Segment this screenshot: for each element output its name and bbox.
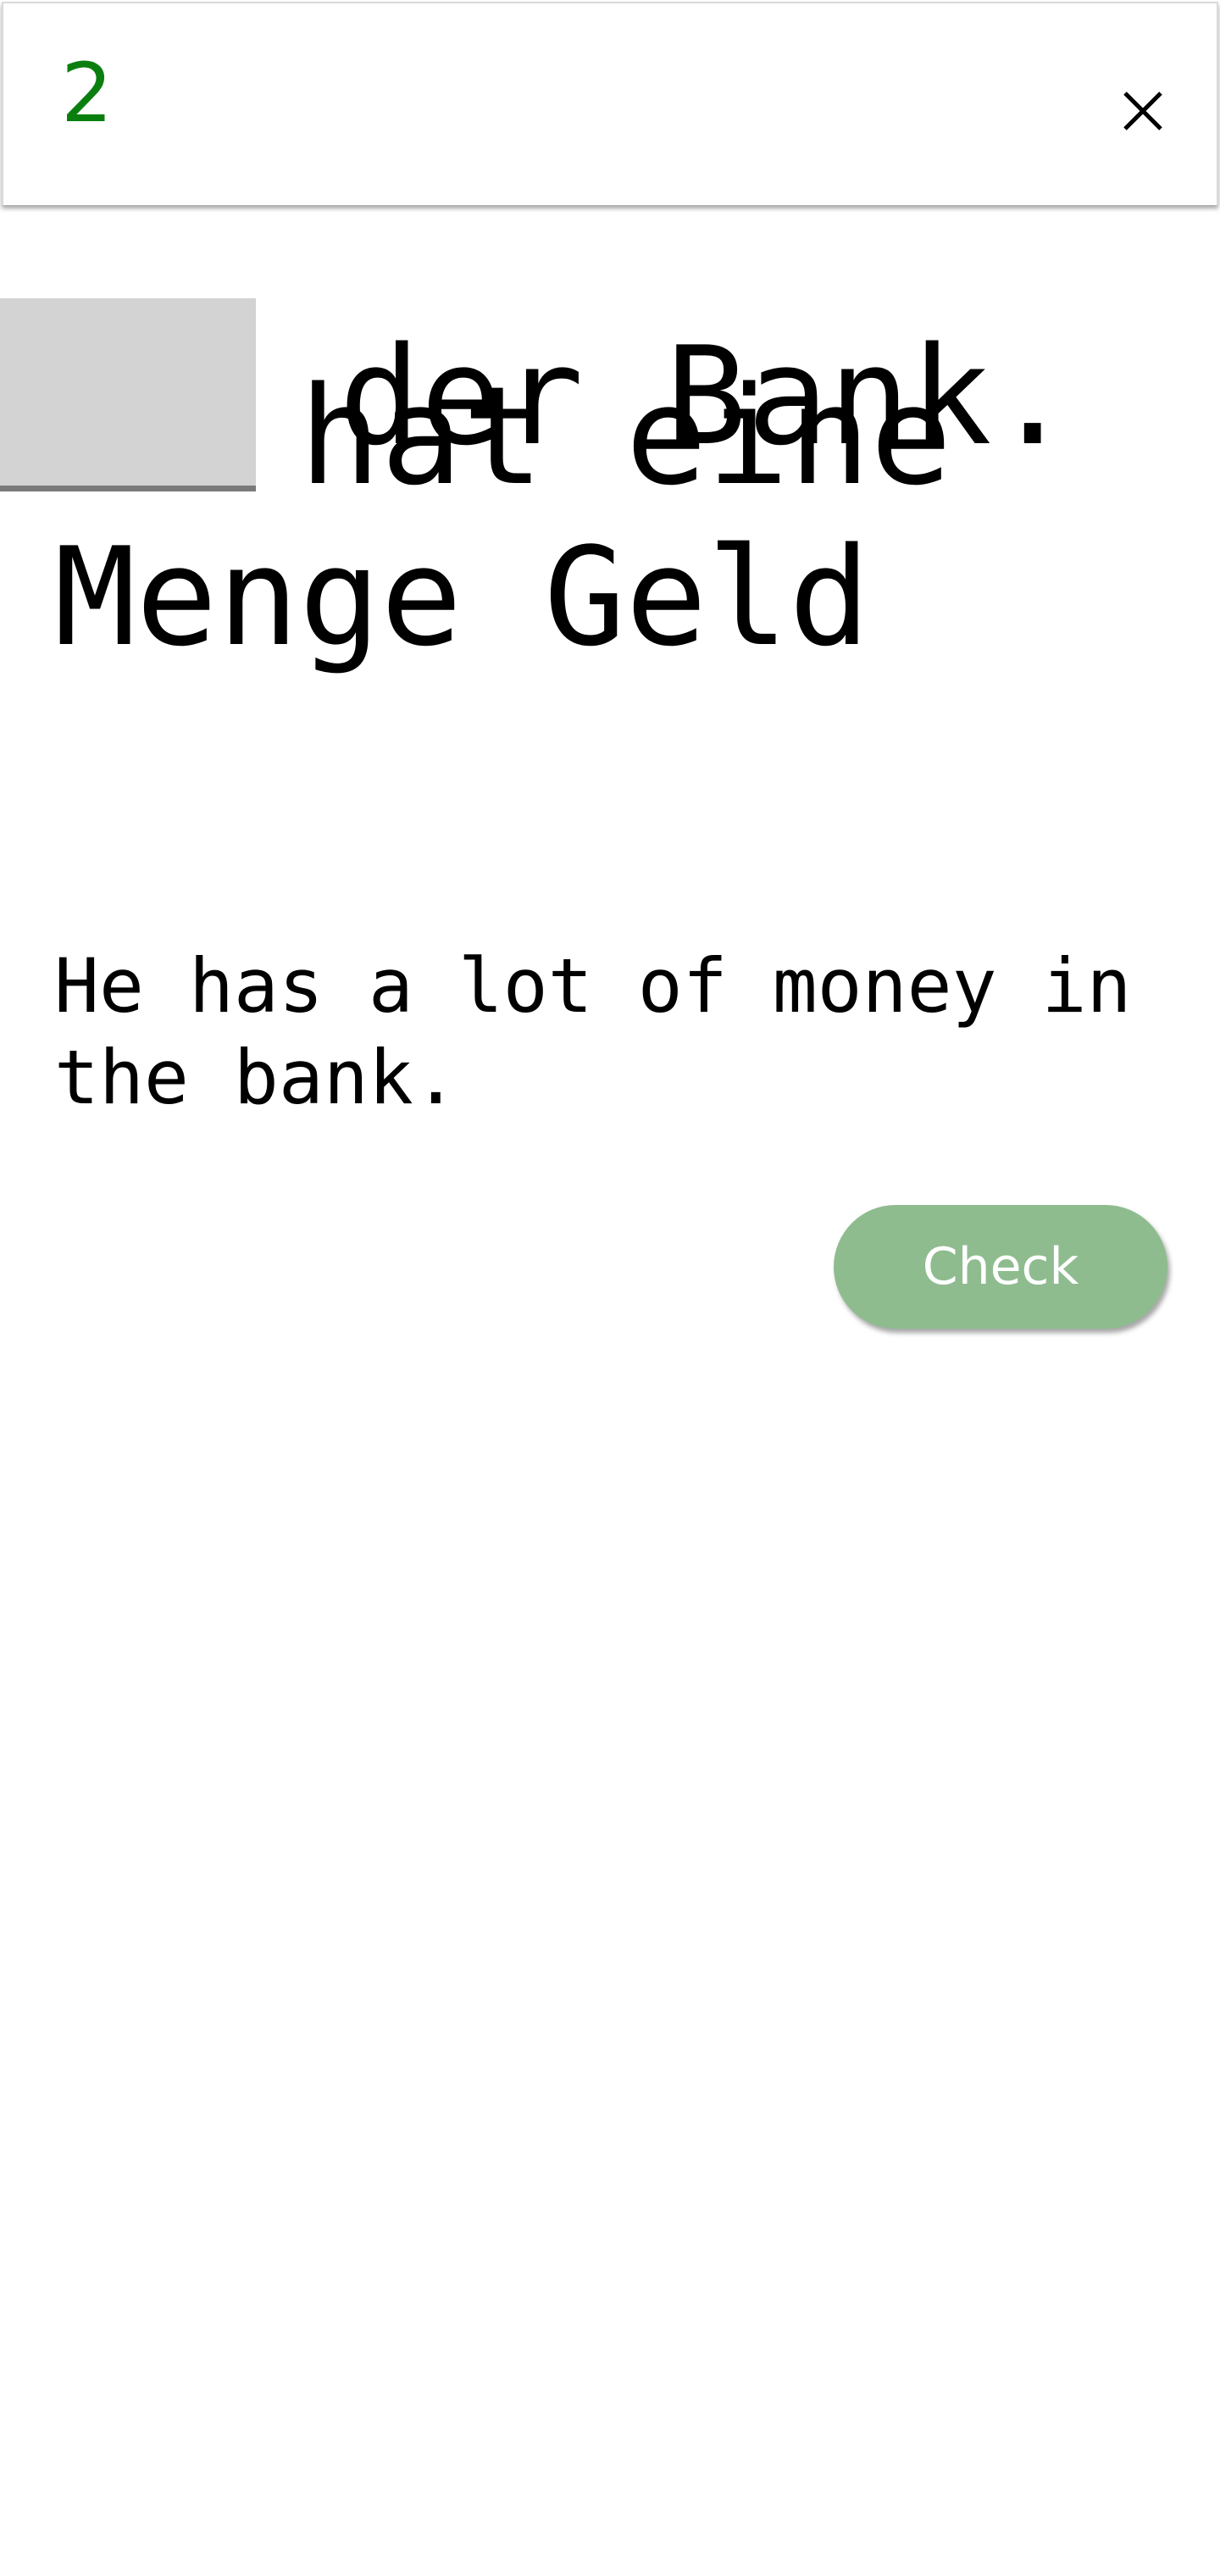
close-button[interactable] (1113, 81, 1173, 141)
progress-counter: 2 (61, 46, 114, 141)
sentence-line-2: Menge Geld (54, 518, 871, 676)
answer-blank[interactable] (0, 298, 256, 491)
top-bar: 2 (2, 2, 1218, 205)
close-icon (1123, 92, 1162, 130)
sentence-after-blank: der Bank. (339, 317, 1073, 475)
english-translation: He has a lot of money in the bank. (54, 942, 1132, 1121)
check-button[interactable]: Check (834, 1205, 1167, 1329)
